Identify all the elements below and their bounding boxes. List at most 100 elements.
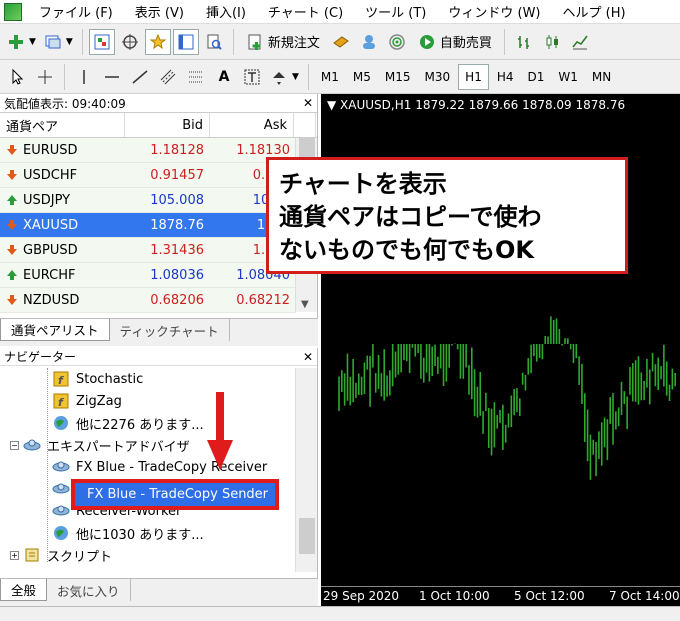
navigator-scrollbar[interactable]	[295, 368, 317, 572]
toolbar-separator	[503, 28, 505, 55]
symbol-name: XAUUSD	[23, 217, 79, 233]
menu-help[interactable]: ヘルプ (H)	[552, 2, 637, 21]
symbol-row[interactable]: USDCHF0.914570.914	[0, 163, 296, 188]
menu-insert[interactable]: 挿入(I)	[195, 2, 257, 21]
symbol-row[interactable]: EURCHF 1.08036 1.08040	[0, 263, 296, 288]
bid-cell: 0.68206	[150, 292, 204, 308]
highlighted-ea-label: FX Blue - TradeCopy Sender	[87, 487, 269, 502]
scroll-down-icon[interactable]: ▼	[301, 299, 309, 310]
navigator-item[interactable]: − エキスパートアドバイザ	[0, 434, 296, 456]
timeframe-m15[interactable]: M15	[379, 64, 417, 90]
bid-cell: 1878.76	[150, 217, 204, 233]
symbol-row[interactable]: EURUSD 1.18128 1.18130	[0, 138, 296, 163]
timeframe-m30[interactable]: M30	[419, 64, 457, 90]
navigator-item[interactable]: + スクリプト	[0, 544, 296, 566]
menu-view[interactable]: 表示 (V)	[124, 2, 195, 21]
tree-expander-icon[interactable]: −	[10, 440, 19, 450]
tab-tick-chart[interactable]: ティックチャート	[110, 319, 230, 341]
tab-favorites[interactable]: お気に入り	[47, 579, 131, 601]
metaeditor-button[interactable]	[328, 29, 354, 55]
timeframe-h1[interactable]: H1	[458, 63, 489, 90]
column-symbol[interactable]: 通貨ペア	[0, 113, 125, 137]
magnifier-doc-icon	[207, 34, 222, 50]
navigator-item[interactable]: FX Blue - TradeCopy Receiver	[0, 456, 296, 478]
timeframe-mn[interactable]: MN	[586, 64, 617, 90]
chart-title-text: XAUUSD,H1 1879.22 1879.66 1878.09 1878.7…	[340, 98, 626, 112]
symbol-row[interactable]: USDJPY105.008105.0	[0, 188, 296, 213]
symbol-row[interactable]: XAUUSD1878.761878	[0, 213, 296, 238]
navigator-item[interactable]: 他に1030 あります...	[0, 522, 296, 544]
timeframe-m1[interactable]: M1	[315, 64, 345, 90]
candlestick-button[interactable]	[539, 29, 565, 55]
menu-chart[interactable]: チャート (C)	[257, 2, 354, 21]
cursor-button[interactable]	[4, 64, 30, 90]
trendline-icon	[132, 69, 148, 84]
accounts-button[interactable]	[356, 29, 382, 55]
market-watch-tabs: 通貨ペアリスト ティックチャート	[0, 318, 318, 346]
column-ask[interactable]: Ask	[210, 113, 294, 137]
auto-trading-label: 自動売買	[439, 36, 492, 51]
crosshair-button[interactable]	[32, 64, 58, 90]
navigator-item[interactable]: 他に2276 あります...	[0, 412, 296, 434]
text-label-button[interactable]	[239, 64, 265, 90]
navigator-item[interactable]: f Stochastic	[0, 368, 296, 390]
arrows-button[interactable]: ▼	[267, 64, 302, 90]
menu-tools[interactable]: ツール (T)	[354, 2, 437, 21]
text-button[interactable]: A	[211, 64, 237, 90]
line-chart-icon	[572, 35, 588, 49]
close-icon[interactable]: ✕	[303, 96, 313, 110]
strategy-tester-button[interactable]	[201, 29, 227, 55]
market-watch-button[interactable]	[88, 28, 115, 55]
column-bid[interactable]: Bid	[125, 113, 210, 137]
menu-window[interactable]: ウィンドウ (W)	[437, 2, 551, 21]
expert-advisor-icon	[23, 439, 41, 451]
data-window-button[interactable]	[117, 29, 143, 55]
arrow-down-icon	[7, 220, 17, 230]
header-spacer	[294, 113, 316, 137]
tree-expander-icon[interactable]: +	[10, 550, 19, 560]
bar-chart-icon	[517, 35, 529, 49]
tab-symbols[interactable]: 通貨ペアリスト	[0, 319, 110, 341]
timeframe-m5[interactable]: M5	[347, 64, 377, 90]
line-chart-button[interactable]	[567, 29, 593, 55]
symbol-row[interactable]: NZDUSD 0.68206 0.68212	[0, 288, 296, 313]
navigator-item-label: 他に1030 あります...	[76, 527, 204, 543]
candlestick-icon	[546, 34, 558, 49]
scrollbar-thumb[interactable]	[299, 518, 315, 554]
symbol-name: NZDUSD	[23, 292, 80, 308]
new-order-button[interactable]: 新規注文	[240, 29, 326, 55]
auto-trading-button[interactable]: 自動売買	[412, 29, 498, 55]
signals-button[interactable]	[384, 29, 410, 55]
plus-icon	[9, 34, 23, 49]
bid-cell: 1.31436	[150, 242, 204, 258]
navigator-button[interactable]	[144, 28, 171, 55]
market-watch-header: 通貨ペア Bid Ask	[0, 112, 317, 138]
terminal-button[interactable]	[172, 28, 199, 55]
ask-cell: 0.68212	[236, 292, 290, 308]
auto-trading-icon	[419, 34, 434, 49]
tab-common[interactable]: 全般	[0, 579, 48, 601]
new-chart-button[interactable]: ▼	[4, 29, 39, 55]
timeframe-d1[interactable]: D1	[522, 64, 551, 90]
vertical-line-button[interactable]	[71, 64, 97, 90]
trendline-button[interactable]	[127, 64, 153, 90]
profiles-button[interactable]: ▼	[41, 29, 76, 55]
arrow-up-icon	[7, 195, 17, 205]
close-icon[interactable]: ✕	[303, 350, 313, 364]
bar-chart-button[interactable]	[511, 29, 537, 55]
bid-cell: 0.91457	[150, 167, 204, 183]
toolbar-separator	[232, 28, 234, 55]
navigator-item[interactable]: f ZigZag	[0, 390, 296, 412]
menu-file[interactable]: ファイル (F)	[28, 2, 124, 21]
navigator-item-label: Stochastic	[76, 371, 144, 387]
symbol-row[interactable]: GBPUSD1.314361.314	[0, 238, 296, 263]
navigator-panel: ナビゲーター ✕ f Stochastic f ZigZag 他に2276 あります..…	[0, 348, 318, 578]
horizontal-line-button[interactable]	[99, 64, 125, 90]
equidistant-channel-button[interactable]	[155, 64, 181, 90]
indicator-icon: f	[53, 393, 69, 409]
timeframe-w1[interactable]: W1	[552, 64, 584, 90]
timeframe-h4[interactable]: H4	[491, 64, 520, 90]
highlighted-ea-sender[interactable]: FX Blue - TradeCopy Sender	[71, 479, 279, 510]
symbol-cell: USDCHF	[0, 163, 125, 187]
fibonacci-button[interactable]	[183, 64, 209, 90]
